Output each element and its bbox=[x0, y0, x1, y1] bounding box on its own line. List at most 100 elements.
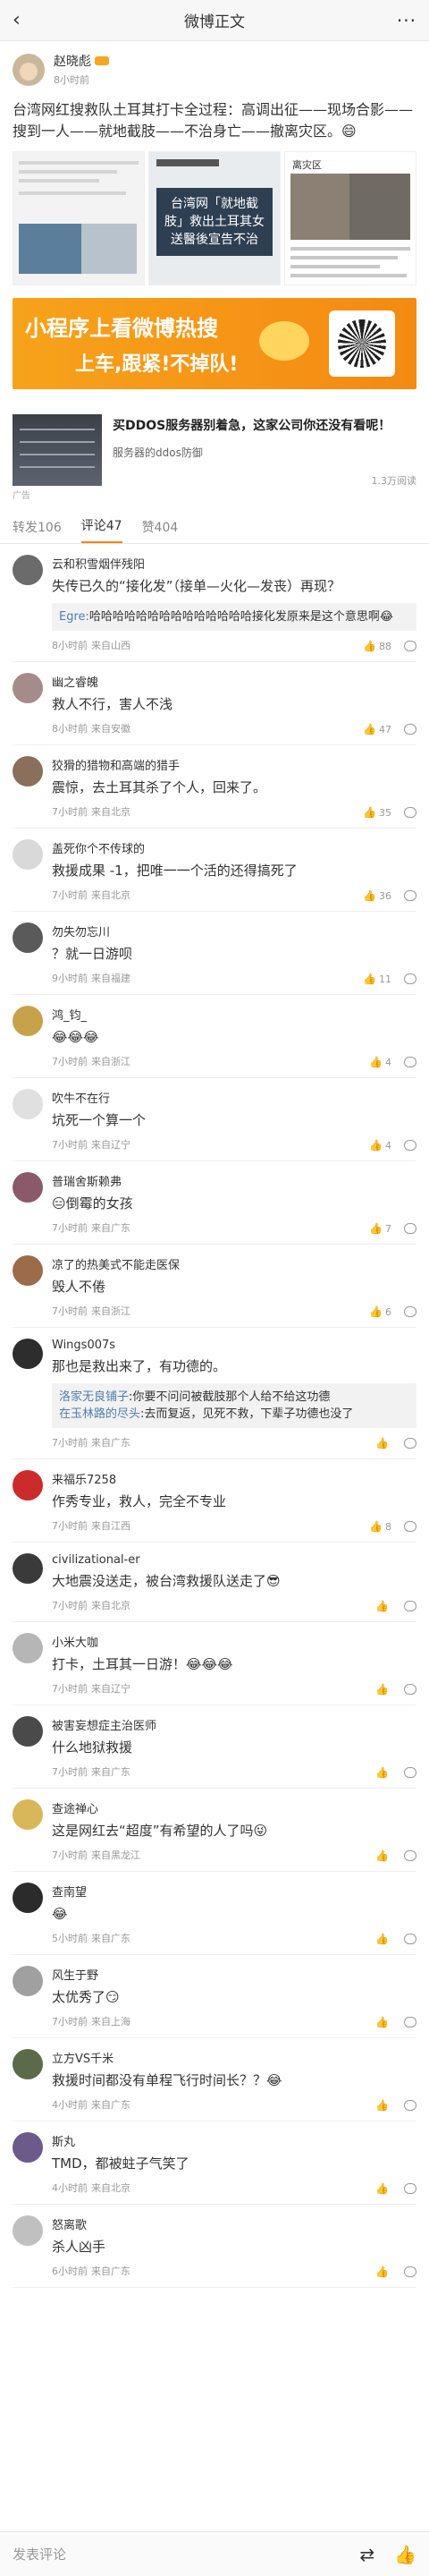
like-button[interactable]: 👍 bbox=[375, 1683, 391, 1696]
post-image-3[interactable]: 离灾区 bbox=[284, 151, 416, 285]
reply-icon[interactable] bbox=[404, 1521, 416, 1532]
comment-avatar[interactable] bbox=[13, 1716, 43, 1747]
comment-avatar[interactable] bbox=[13, 555, 43, 585]
like-button[interactable]: 👍 bbox=[375, 1437, 391, 1450]
comment-avatar[interactable] bbox=[13, 1172, 43, 1203]
like-button[interactable]: 👍 88 bbox=[363, 640, 391, 652]
like-button[interactable]: 👍 bbox=[375, 2182, 391, 2195]
comment-author[interactable]: 风生于野 bbox=[52, 1966, 416, 1983]
reply-icon[interactable] bbox=[404, 1767, 416, 1778]
reply-icon[interactable] bbox=[404, 1934, 416, 1944]
author-name[interactable]: 赵晓彪 bbox=[54, 52, 91, 70]
promo-banner[interactable]: 小程序上看微博热搜 上车,跟紧!不掉队! bbox=[13, 298, 416, 389]
comment-author[interactable]: 斯丸 bbox=[52, 2132, 416, 2149]
like-button[interactable]: 👍 11 bbox=[363, 973, 391, 985]
comment-author[interactable]: 被害妄想症主治医师 bbox=[52, 1716, 416, 1733]
tab-comments[interactable]: 评论47 bbox=[80, 516, 122, 543]
comment-avatar[interactable] bbox=[13, 673, 43, 703]
comment-author[interactable]: 查途禅心 bbox=[52, 1799, 416, 1816]
reply-icon[interactable] bbox=[404, 641, 416, 651]
like-button[interactable]: 👍 35 bbox=[363, 806, 391, 819]
comment-author[interactable]: Wings007s bbox=[52, 1339, 416, 1352]
thumb-up-icon[interactable]: 👍 bbox=[394, 2544, 416, 2565]
reply-icon[interactable] bbox=[404, 1684, 416, 1695]
post-image-1[interactable] bbox=[13, 151, 145, 285]
comment-avatar[interactable] bbox=[13, 756, 43, 786]
comment-avatar[interactable] bbox=[13, 1006, 43, 1036]
comment-avatar[interactable] bbox=[13, 1553, 43, 1584]
comment-reply[interactable]: 洛家无良铺子:你要不问问被截肢那个人给不给这功德 在玉林路的尽头:去而复返，见死不… bbox=[52, 1383, 416, 1428]
comment-author[interactable]: civilizational-er bbox=[52, 1553, 416, 1567]
comment-author[interactable]: 怒离歌 bbox=[52, 2215, 416, 2232]
tab-likes[interactable]: 赞404 bbox=[142, 518, 179, 543]
comment-author[interactable]: 凉了的热美式不能走医保 bbox=[52, 1255, 416, 1272]
tab-repost[interactable]: 转发106 bbox=[13, 518, 62, 543]
like-button[interactable]: 👍 4 bbox=[369, 1139, 391, 1152]
comment-avatar[interactable] bbox=[13, 1255, 43, 1286]
like-button[interactable]: 👍 bbox=[375, 2266, 391, 2278]
comment-author[interactable]: 勿失勿忘川 bbox=[52, 922, 416, 939]
like-button[interactable]: 👍 47 bbox=[363, 723, 391, 735]
like-button[interactable]: 👍 bbox=[375, 1933, 391, 1945]
like-button[interactable]: 👍 36 bbox=[363, 889, 391, 902]
comment-avatar[interactable] bbox=[13, 1633, 43, 1663]
comment-avatar[interactable] bbox=[13, 2132, 43, 2163]
like-button[interactable]: 👍 bbox=[375, 1766, 391, 1779]
comment-author[interactable]: 吹牛不在行 bbox=[52, 1089, 416, 1106]
like-button[interactable]: 👍 6 bbox=[369, 1305, 391, 1318]
comment-avatar[interactable] bbox=[13, 1470, 43, 1501]
comment-avatar[interactable] bbox=[13, 1966, 43, 1996]
comment-author[interactable]: 云和积雪烟伴残阳 bbox=[52, 555, 416, 572]
reply-icon[interactable] bbox=[404, 807, 416, 818]
reply-author[interactable]: Egre: bbox=[59, 610, 89, 624]
like-button[interactable]: 👍 bbox=[375, 2099, 391, 2112]
reply-author[interactable]: 在玉林路的尽头 bbox=[59, 1407, 140, 1421]
like-button[interactable]: 👍 bbox=[375, 1849, 391, 1862]
comment-reply[interactable]: Egre:哈哈哈哈哈哈哈哈哈哈哈哈哈哈接化发原来是这个意思啊😂 bbox=[52, 603, 416, 631]
back-arrow-icon[interactable]: ‹ bbox=[13, 9, 34, 31]
post-image-2[interactable]: 台湾网「就地截肢」救出土耳其女 送醫後宣告不治 bbox=[148, 151, 281, 285]
reply-icon[interactable] bbox=[404, 2100, 416, 2111]
reply-icon[interactable] bbox=[404, 973, 416, 984]
comment-author[interactable]: 来福乐7258 bbox=[52, 1470, 416, 1487]
reply-icon[interactable] bbox=[404, 890, 416, 901]
comment-author[interactable]: 普瑞舍斯赖弗 bbox=[52, 1172, 416, 1189]
comment-author[interactable]: 立方VS千米 bbox=[52, 2049, 416, 2066]
comment-avatar[interactable] bbox=[13, 1339, 43, 1369]
reply-icon[interactable] bbox=[404, 1438, 416, 1449]
comment-input[interactable]: 发表评论 bbox=[13, 2545, 340, 2563]
like-button[interactable]: 👍 7 bbox=[369, 1222, 391, 1235]
comment-author[interactable]: 幽之睿魄 bbox=[52, 673, 416, 690]
comment-author[interactable]: 狡猾的猎物和高端的猎手 bbox=[52, 756, 416, 773]
comment-avatar[interactable] bbox=[13, 2215, 43, 2246]
like-button[interactable]: 👍 8 bbox=[369, 1520, 391, 1533]
reply-icon[interactable] bbox=[404, 1601, 416, 1611]
comment-avatar[interactable] bbox=[13, 1089, 43, 1119]
reply-icon[interactable] bbox=[404, 2183, 416, 2194]
comment-avatar[interactable] bbox=[13, 839, 43, 870]
reply-icon[interactable] bbox=[404, 1057, 416, 1067]
author-avatar[interactable] bbox=[13, 53, 45, 86]
reply-icon[interactable] bbox=[404, 2017, 416, 2028]
reply-icon[interactable] bbox=[404, 1140, 416, 1151]
like-button[interactable]: 👍 4 bbox=[369, 1056, 391, 1068]
ad-card[interactable]: 买DDOS服务器别着急，这家公司你还没有看呢！ 服务器的ddos防御 1.3万阅… bbox=[13, 414, 416, 487]
reply-icon[interactable] bbox=[404, 724, 416, 735]
comment-avatar[interactable] bbox=[13, 1799, 43, 1830]
reply-icon[interactable] bbox=[404, 1306, 416, 1317]
comment-author[interactable]: 鸿_钧_ bbox=[52, 1006, 416, 1023]
comment-avatar[interactable] bbox=[13, 922, 43, 953]
more-icon[interactable]: ··· bbox=[395, 10, 416, 31]
like-button[interactable]: 👍 bbox=[375, 2016, 391, 2028]
comment-author[interactable]: 盖死你个不传球的 bbox=[52, 839, 416, 856]
reply-icon[interactable] bbox=[404, 1223, 416, 1234]
reply-icon[interactable] bbox=[404, 2266, 416, 2277]
comment-author[interactable]: 小米大咖 bbox=[52, 1633, 416, 1650]
reply-author[interactable]: 洛家无良铺子 bbox=[59, 1390, 129, 1404]
comment-author[interactable]: 查南望 bbox=[52, 1883, 416, 1900]
repost-icon[interactable]: ⇄ bbox=[359, 2544, 374, 2565]
comment-avatar[interactable] bbox=[13, 1883, 43, 1913]
like-button[interactable]: 👍 bbox=[375, 1600, 391, 1612]
reply-icon[interactable] bbox=[404, 1850, 416, 1861]
comment-avatar[interactable] bbox=[13, 2049, 43, 2079]
